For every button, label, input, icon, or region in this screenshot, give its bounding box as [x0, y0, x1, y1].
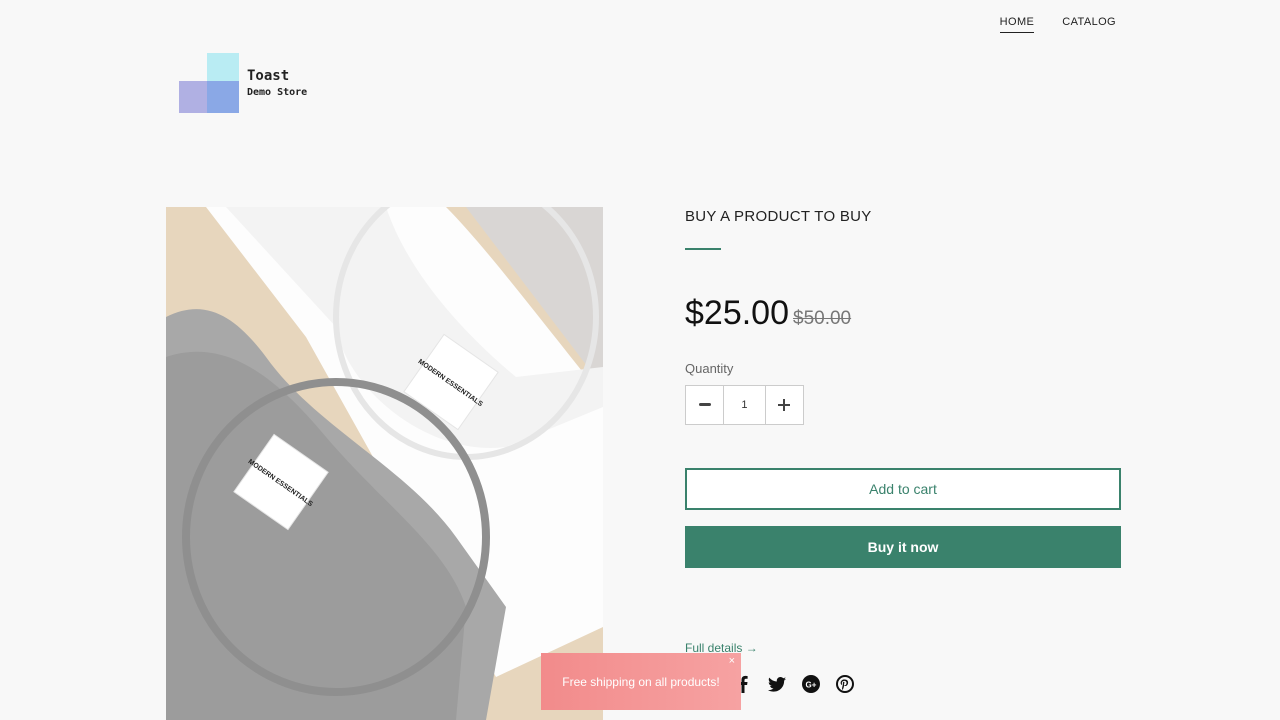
svg-text:G+: G+ — [806, 681, 817, 690]
buy-it-now-button[interactable]: Buy it now — [685, 526, 1121, 568]
title-divider — [685, 248, 721, 250]
quantity-increase-button[interactable] — [766, 386, 803, 424]
twitter-icon[interactable] — [768, 675, 786, 693]
logo-subtitle: Demo Store — [247, 87, 308, 98]
logo-mark-icon — [179, 53, 239, 113]
toast-message: Free shipping on all products! — [562, 674, 720, 689]
product-price: $25.00 — [685, 294, 789, 332]
minus-icon — [698, 403, 711, 406]
product-title: BUY A PRODUCT TO BUY — [685, 208, 872, 225]
product-info: BUY A PRODUCT TO BUY $25.00 $50.00 Quant… — [685, 207, 1121, 568]
close-icon[interactable]: × — [729, 655, 735, 667]
promo-toast: Free shipping on all products! × — [541, 653, 741, 710]
social-share: G+ — [734, 675, 854, 693]
plus-icon — [778, 399, 791, 411]
logo-title: Toast — [247, 68, 290, 84]
page: HOME CATALOG Toast Demo Store MODERN ESS… — [0, 0, 1280, 720]
quantity-input[interactable] — [724, 399, 765, 411]
quantity-stepper — [685, 385, 804, 425]
add-to-cart-button[interactable]: Add to cart — [685, 468, 1121, 510]
nav-catalog-link[interactable]: CATALOG — [1062, 16, 1116, 33]
product-image[interactable]: MODERN ESSENTIALS MODERN ESSENTIALS — [166, 207, 603, 720]
main-nav: HOME CATALOG — [999, 16, 1116, 33]
nav-home-link[interactable]: HOME — [999, 16, 1035, 33]
compare-at-price: $50.00 — [793, 308, 852, 329]
quantity-label: Quantity — [685, 361, 734, 376]
pinterest-icon[interactable] — [836, 675, 854, 693]
google-plus-icon[interactable]: G+ — [802, 675, 820, 693]
store-logo[interactable]: Toast Demo Store — [179, 53, 307, 113]
quantity-decrease-button[interactable] — [686, 386, 723, 424]
